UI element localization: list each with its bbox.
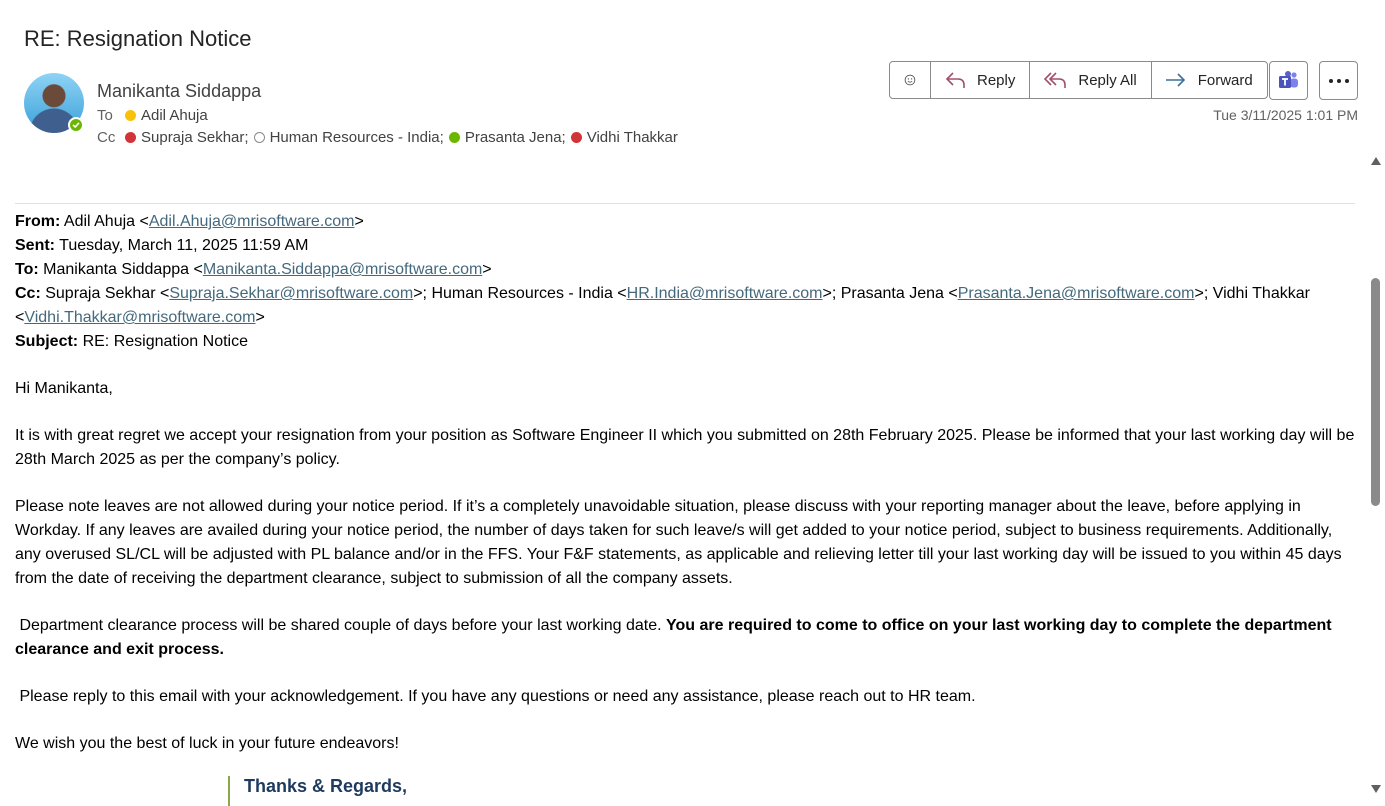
vertical-scrollbar[interactable] bbox=[1367, 152, 1385, 797]
forward-arrow-icon bbox=[1165, 73, 1185, 87]
sender-name[interactable]: Manikanta Siddappa bbox=[97, 81, 261, 102]
to-label-quoted: To: bbox=[15, 261, 39, 278]
quoted-sent-line: Sent: Tuesday, March 11, 2025 11:59 AM bbox=[15, 234, 1360, 258]
reply-button[interactable]: Reply bbox=[930, 62, 1029, 98]
from-email-link[interactable]: Adil.Ahuja@mrisoftware.com bbox=[149, 213, 355, 230]
to-recipients: Adil Ahuja bbox=[125, 107, 208, 124]
cc-3-email-link[interactable]: Prasanta.Jena@mrisoftware.com bbox=[958, 285, 1195, 302]
from-name: Adil Ahuja < bbox=[60, 213, 149, 230]
to-label: To bbox=[97, 107, 113, 124]
reply-label: Reply bbox=[977, 71, 1016, 89]
cc-label: Cc bbox=[97, 129, 116, 146]
presence-available-icon bbox=[448, 132, 460, 143]
quoted-subject-line: Subject: RE: Resignation Notice bbox=[15, 330, 1360, 354]
cc-1-name: Supraja Sekhar < bbox=[40, 285, 170, 302]
from-label: From: bbox=[15, 213, 61, 230]
quoted-cc-line: Cc: Supraja Sekhar <Supraja.Sekhar@mriso… bbox=[15, 282, 1360, 330]
forward-label: Forward bbox=[1197, 71, 1253, 89]
to-name: Manikanta Siddappa < bbox=[38, 261, 203, 278]
more-options-button[interactable] bbox=[1319, 61, 1358, 100]
paragraph-1: It is with great regret we accept your r… bbox=[15, 427, 1355, 468]
bracket-close: > bbox=[354, 213, 364, 230]
presence-offline-icon bbox=[253, 132, 265, 143]
action-group: Reply Reply All Forward bbox=[889, 61, 1268, 99]
sent-label: Sent: bbox=[15, 237, 55, 254]
bracket-close: > bbox=[482, 261, 492, 278]
recipient-adil-ahuja[interactable]: Adil Ahuja bbox=[141, 107, 208, 124]
quoted-header: From: Adil Ahuja <Adil.Ahuja@mrisoftware… bbox=[15, 210, 1360, 354]
paragraph-5: We wish you the best of luck in your fut… bbox=[15, 735, 399, 752]
paragraph-3: Department clearance process will be sha… bbox=[15, 614, 1360, 662]
smiley-icon bbox=[904, 74, 916, 86]
paragraph-2: Please note leaves are not allowed durin… bbox=[15, 498, 1342, 587]
recipient-vidhi-thakkar[interactable]: Vidhi Thakkar bbox=[587, 129, 678, 146]
forward-button[interactable]: Forward bbox=[1150, 62, 1267, 98]
recipient-hr-india[interactable]: Human Resources - India; bbox=[270, 129, 444, 146]
to-email-link[interactable]: Manikanta.Siddappa@mrisoftware.com bbox=[203, 261, 482, 278]
greeting: Hi Manikanta, bbox=[15, 380, 113, 397]
presence-available-icon bbox=[68, 117, 84, 133]
presence-busy-icon bbox=[125, 132, 136, 143]
cc-recipients: Supraja Sekhar; Human Resources - India;… bbox=[125, 129, 678, 146]
quoted-to-line: To: Manikanta Siddappa <Manikanta.Siddap… bbox=[15, 258, 1360, 282]
timestamp: Tue 3/11/2025 1:01 PM bbox=[1213, 107, 1358, 123]
header-divider bbox=[15, 203, 1355, 204]
teams-button[interactable] bbox=[1269, 61, 1308, 100]
cc-label-quoted: Cc: bbox=[15, 285, 41, 302]
teams-icon bbox=[1278, 70, 1298, 88]
subject-label: Subject: bbox=[15, 333, 79, 350]
ellipsis-icon bbox=[1328, 78, 1349, 83]
emoji-button[interactable] bbox=[890, 62, 930, 98]
cc-2-email-link[interactable]: HR.India@mrisoftware.com bbox=[627, 285, 823, 302]
signature: Thanks & Regards, bbox=[228, 776, 407, 806]
scroll-up-icon[interactable] bbox=[1371, 157, 1381, 165]
reply-icon bbox=[945, 72, 965, 88]
scroll-thumb[interactable] bbox=[1371, 278, 1380, 506]
reply-all-button[interactable]: Reply All bbox=[1029, 62, 1150, 98]
cc-1-email-link[interactable]: Supraja.Sekhar@mrisoftware.com bbox=[169, 285, 413, 302]
presence-busy-icon bbox=[570, 132, 582, 143]
bracket-close: > bbox=[255, 309, 265, 326]
presence-away-icon bbox=[125, 110, 136, 121]
reply-all-label: Reply All bbox=[1078, 71, 1137, 89]
cc-2-name: >; Human Resources - India < bbox=[413, 285, 627, 302]
cc-3-name: >; Prasanta Jena < bbox=[822, 285, 958, 302]
quoted-from-line: From: Adil Ahuja <Adil.Ahuja@mrisoftware… bbox=[15, 210, 1360, 234]
recipient-supraja-sekhar[interactable]: Supraja Sekhar; bbox=[141, 129, 249, 146]
sent-value: Tuesday, March 11, 2025 11:59 AM bbox=[55, 237, 309, 254]
paragraph-3-text: Department clearance process will be sha… bbox=[15, 617, 667, 634]
reply-all-icon bbox=[1044, 72, 1067, 88]
paragraph-4: Please reply to this email with your ack… bbox=[15, 688, 976, 705]
email-subject: RE: Resignation Notice bbox=[24, 26, 252, 51]
scroll-down-icon[interactable] bbox=[1371, 785, 1381, 793]
subject-value: RE: Resignation Notice bbox=[78, 333, 248, 350]
message-body: From: Adil Ahuja <Adil.Ahuja@mrisoftware… bbox=[15, 210, 1360, 756]
recipient-prasanta-jena[interactable]: Prasanta Jena; bbox=[465, 129, 566, 146]
cc-4-email-link[interactable]: Vidhi.Thakkar@mrisoftware.com bbox=[24, 309, 255, 326]
